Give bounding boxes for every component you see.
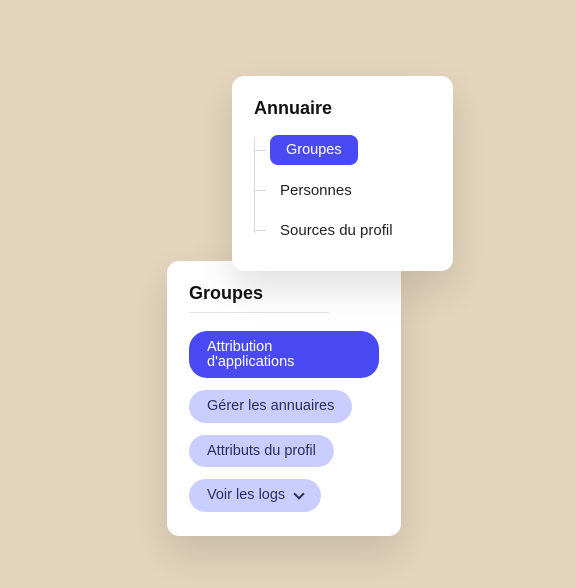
tree-horizontal-line [254,190,266,191]
button-label: Gérer les annuaires [207,399,334,414]
button-label: Voir les logs [207,488,285,503]
directory-item-profile-sources[interactable]: Sources du profil [270,213,431,247]
directory-item-people[interactable]: Personnes [270,173,431,207]
directory-item-label: Sources du profil [270,216,403,245]
directory-item-label: Groupes [270,135,358,165]
manage-directories-button[interactable]: Gérer les annuaires [189,390,352,423]
tree-horizontal-line [254,230,266,231]
view-logs-button[interactable]: Voir les logs [189,479,321,512]
chevron-down-icon [294,488,305,499]
directory-tree: Groupes Personnes Sources du profil [254,133,431,247]
tree-vertical-line [254,137,255,233]
button-label: Attribution d'applications [207,340,361,369]
groups-button-stack: Attribution d'applications Gérer les ann… [189,331,379,512]
button-label: Attributs du profil [207,444,316,459]
tree-horizontal-line [254,150,266,151]
directory-item-label: Personnes [270,176,362,205]
directory-card: Annuaire Groupes Personnes Sources du pr… [232,76,453,271]
groups-card-title: Groupes [189,283,379,304]
directory-item-groups[interactable]: Groupes [270,133,431,167]
groups-card: Groupes Attribution d'applications Gérer… [167,261,401,536]
divider [189,312,329,313]
profile-attributes-button[interactable]: Attributs du profil [189,435,334,468]
directory-card-title: Annuaire [254,98,431,119]
assign-applications-button[interactable]: Attribution d'applications [189,331,379,378]
